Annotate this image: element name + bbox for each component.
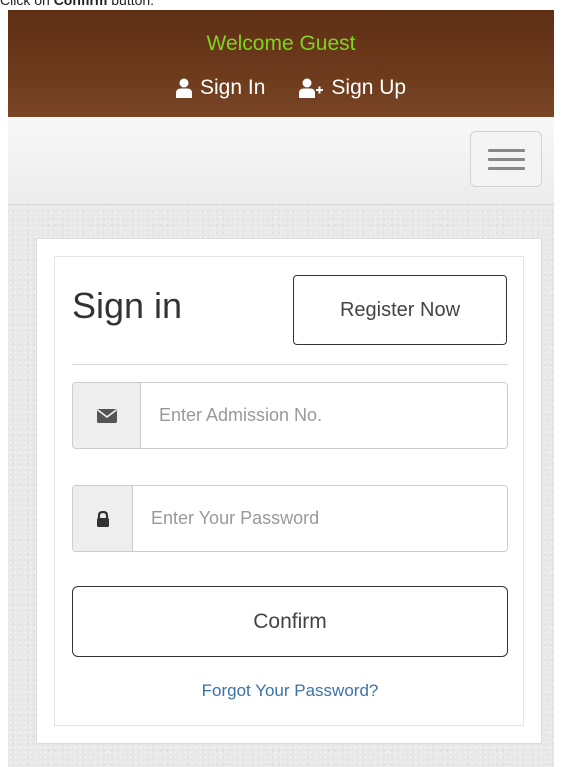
site-header: Welcome Guest Sign In Sign Up: [8, 10, 554, 117]
password-input-group: [72, 485, 508, 552]
auth-links: Sign In Sign Up: [176, 76, 406, 100]
forgot-password-link[interactable]: Forgot Your Password?: [72, 681, 508, 701]
sign-in-label: Sign In: [200, 76, 266, 99]
register-now-button[interactable]: Register Now: [293, 275, 507, 345]
divider: [72, 364, 508, 365]
instruction-suffix: button.: [107, 0, 155, 8]
instruction-prefix: Click on: [0, 0, 54, 8]
navbar: [8, 117, 554, 205]
instruction-target: Confirm: [53, 0, 108, 8]
user-icon: [176, 78, 192, 98]
menu-toggle-button[interactable]: [470, 131, 542, 187]
sign-up-label: Sign Up: [331, 76, 407, 99]
password-input[interactable]: [133, 486, 507, 551]
lock-icon: [73, 486, 133, 551]
instruction-text: Click on Confirm button.: [0, 0, 562, 10]
sign-in-link[interactable]: Sign In: [176, 76, 265, 100]
sign-up-link[interactable]: Sign Up: [299, 76, 406, 100]
signin-title: Sign in: [72, 285, 183, 326]
user-plus-icon: [299, 78, 324, 98]
confirm-button[interactable]: Confirm: [72, 586, 508, 657]
admission-input-group: [72, 382, 508, 449]
welcome-text: Welcome Guest: [206, 32, 356, 55]
admission-number-input[interactable]: [141, 383, 507, 448]
envelope-icon: [73, 383, 141, 448]
